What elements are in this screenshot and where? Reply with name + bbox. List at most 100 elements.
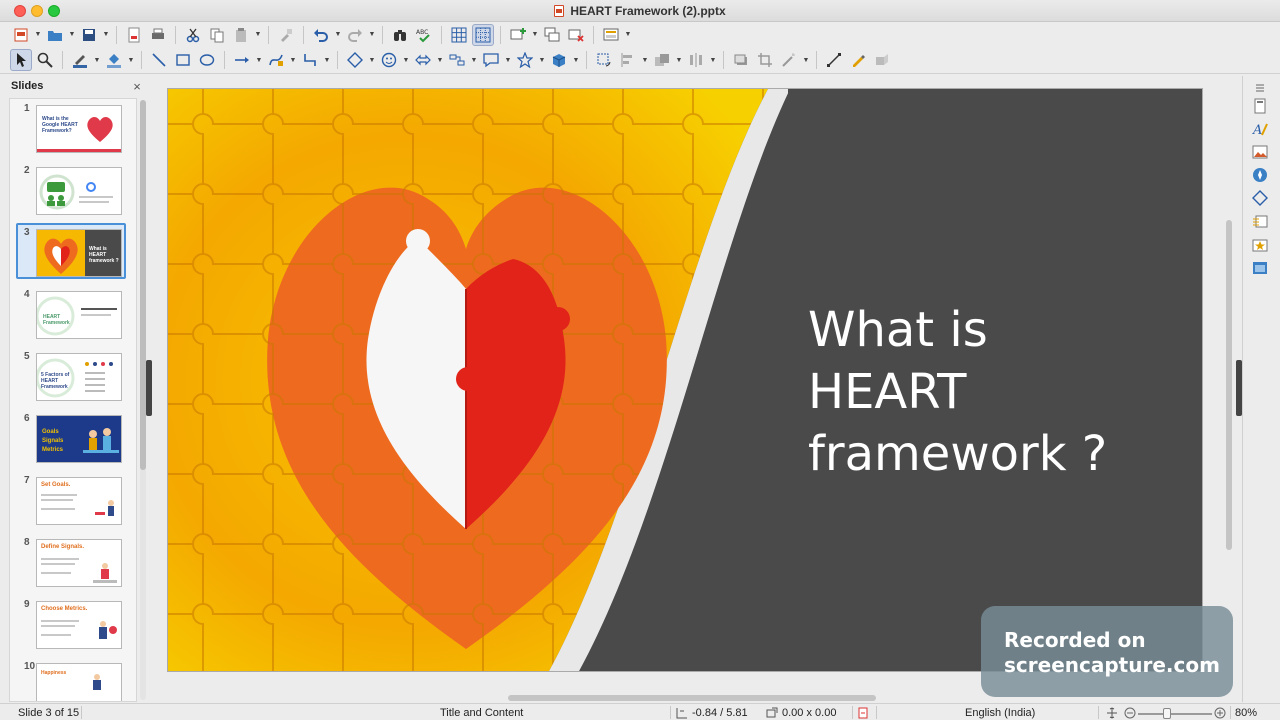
symbol-shapes-dropdown[interactable]: ▼ [402,49,410,71]
fill-color-dropdown[interactable]: ▼ [127,49,135,71]
undo-dropdown[interactable]: ▼ [334,24,342,46]
zoom-level[interactable]: 80% [1235,706,1257,720]
display-grid-button[interactable] [448,24,470,46]
navigator-deck-button[interactable] [1249,165,1271,185]
callouts-dropdown[interactable]: ▼ [504,49,512,71]
find-replace-button[interactable] [389,24,411,46]
crop-button[interactable] [754,49,776,71]
select-tool-button[interactable] [10,49,32,71]
symbol-shapes-button[interactable] [378,49,400,71]
properties-deck-button[interactable] [1249,96,1271,116]
arrange-button[interactable] [651,49,673,71]
basic-shapes-dropdown[interactable]: ▼ [368,49,376,71]
line-color-button[interactable] [69,49,91,71]
styles-deck-button[interactable]: A [1249,119,1271,139]
paste-button[interactable] [230,24,252,46]
new-dropdown[interactable]: ▼ [34,24,42,46]
line-color-dropdown[interactable]: ▼ [93,49,101,71]
points-button[interactable] [823,49,845,71]
animation-deck-button[interactable] [1249,235,1271,255]
helplines-button[interactable] [472,23,494,46]
curves-dropdown[interactable]: ▼ [289,49,297,71]
undo-button[interactable] [310,24,332,46]
zoom-in-button[interactable] [1214,706,1226,720]
sidebar-menu-button[interactable] [1249,78,1271,98]
connectors-dropdown[interactable]: ▼ [323,49,331,71]
open-dropdown[interactable]: ▼ [68,24,76,46]
stars-button[interactable] [514,49,536,71]
close-pane-button[interactable]: × [130,79,144,94]
connectors-button[interactable] [299,49,321,71]
stars-dropdown[interactable]: ▼ [538,49,546,71]
3d-objects-dropdown[interactable]: ▼ [572,49,580,71]
slide-thumbnail-list[interactable]: 1 What is the Google HEART Framework? 2 [9,98,137,702]
flowchart-dropdown[interactable]: ▼ [470,49,478,71]
gallery-deck-button[interactable] [1249,142,1271,162]
delete-slide-button[interactable] [565,24,587,46]
save-button[interactable] [78,24,100,46]
distribute-dropdown[interactable]: ▼ [709,49,717,71]
shadow-button[interactable] [730,49,752,71]
save-dropdown[interactable]: ▼ [102,24,110,46]
open-button[interactable] [44,24,66,46]
align-button[interactable] [617,49,639,71]
slides-pane-collapse-handle[interactable] [146,360,152,416]
zoom-slider-track[interactable] [1138,713,1212,715]
spelling-button[interactable]: ABC [413,24,435,46]
slide-thumbnail-9[interactable]: 9 Choose Metrics. [10,595,136,653]
basic-shapes-button[interactable] [344,49,366,71]
toggle-extrusion-button[interactable] [871,49,893,71]
new-slide-dropdown[interactable]: ▼ [531,24,539,46]
insert-line-button[interactable] [148,49,170,71]
slide-layout-button[interactable] [600,24,622,46]
insert-rectangle-button[interactable] [172,49,194,71]
filter-dropdown[interactable]: ▼ [802,49,810,71]
slide-thumbnail-5[interactable]: 5 5 Factors of HEART Framework [10,347,136,405]
slide-transition-deck-button[interactable] [1249,212,1271,232]
puzzle-heart-image[interactable] [168,89,788,672]
copy-button[interactable] [206,24,228,46]
horizontal-scrollbar[interactable] [508,695,876,701]
slide-thumbnail-1[interactable]: 1 What is the Google HEART Framework? [10,99,136,157]
slide-thumbnail-6[interactable]: 6 Goals Signals Metrics [10,409,136,467]
curves-button[interactable] [265,49,287,71]
export-pdf-button[interactable] [123,24,145,46]
rotate-button[interactable] [593,49,615,71]
flowchart-button[interactable] [446,49,468,71]
shapes-deck-button[interactable] [1249,188,1271,208]
slide-thumbnail-7[interactable]: 7 Set Goals. [10,471,136,529]
insert-ellipse-button[interactable] [196,49,218,71]
redo-dropdown[interactable]: ▼ [368,24,376,46]
lines-arrows-dropdown[interactable]: ▼ [255,49,263,71]
callouts-button[interactable] [480,49,502,71]
fit-slide-button[interactable] [1106,706,1118,720]
new-presentation-button[interactable] [10,24,32,46]
slide-thumbnail-2[interactable]: 2 [10,161,136,219]
redo-button[interactable] [344,24,366,46]
slide-editing-area[interactable]: What is HEART framework ? [153,76,1229,694]
slide-thumbnail-10[interactable]: 10 Happiness [10,657,136,701]
3d-objects-button[interactable] [548,49,570,71]
duplicate-slide-button[interactable] [541,24,563,46]
new-slide-button[interactable] [507,24,529,46]
filter-button[interactable] [778,49,800,71]
zoom-out-button[interactable] [1124,706,1136,720]
slide-thumbnail-8[interactable]: 8 Define Signals. [10,533,136,591]
vertical-scrollbar[interactable] [1226,220,1232,550]
print-button[interactable] [147,24,169,46]
language-status[interactable]: English (India) [965,706,1035,720]
distribute-button[interactable] [685,49,707,71]
glue-points-button[interactable] [847,49,869,71]
paste-dropdown[interactable]: ▼ [254,24,262,46]
block-arrows-button[interactable] [412,49,434,71]
current-slide[interactable]: What is HEART framework ? [167,88,1203,672]
slide-thumbnail-3[interactable]: 3 What is HEART framework ? [10,223,136,281]
fill-color-button[interactable] [103,49,125,71]
clone-formatting-button[interactable] [275,24,297,46]
lines-arrows-button[interactable] [231,49,253,71]
slide-layout-status[interactable]: Title and Content [440,706,523,720]
slide-counter[interactable]: Slide 3 of 15 [18,706,79,720]
slide-thumbnail-4[interactable]: 4 HEART Framework [10,285,136,343]
master-slides-deck-button[interactable] [1249,258,1271,278]
slide-layout-dropdown[interactable]: ▼ [624,24,632,46]
